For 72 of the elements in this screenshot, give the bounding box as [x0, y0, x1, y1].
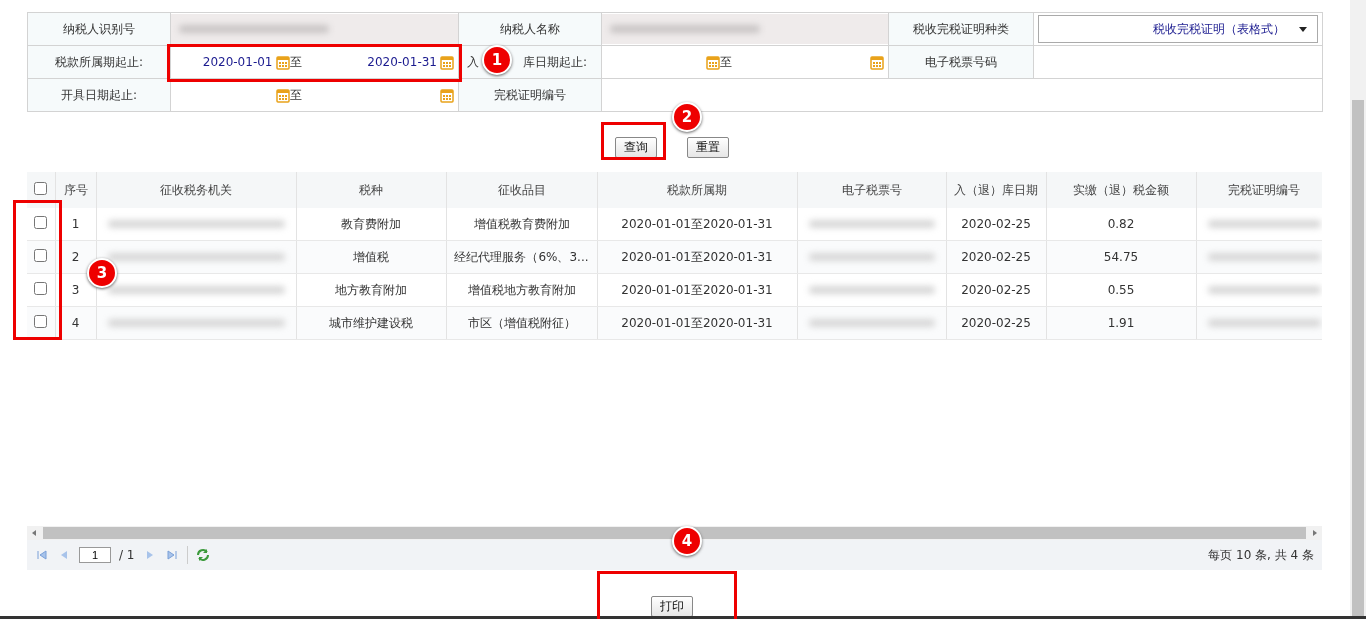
table-cell: 1.91 [1107, 316, 1135, 330]
calendar-icon[interactable] [275, 87, 290, 103]
table-cell: 1 [71, 217, 80, 231]
calendar-icon[interactable] [440, 87, 454, 103]
column-header: 征收税务机关 [160, 182, 232, 197]
action-button[interactable]: 重置 [687, 137, 729, 158]
table-cell: 4 [71, 316, 80, 330]
field-label: 纳税人名称 [500, 21, 560, 36]
print-button[interactable]: 打印 [651, 596, 693, 617]
table-cell: 2020-01-01至2020-01-31 [621, 249, 773, 264]
calendar-icon[interactable] [706, 54, 720, 70]
field-label: 库日期起止: [522, 53, 587, 71]
page-input[interactable]: 1 [79, 547, 111, 563]
calendar-icon[interactable] [275, 54, 290, 70]
table-cell: 0.55 [1107, 283, 1135, 297]
certificate-type-select[interactable]: 税收完税证明（表格式） [1038, 15, 1318, 43]
field-label: 电子税票号码 [925, 54, 997, 69]
date-field[interactable]: 2020-01-01 [202, 55, 273, 69]
table-cell: 城市维护建设税 [329, 315, 413, 330]
field-label: 开具日期起止: [60, 87, 137, 102]
step-marker: 2 [672, 102, 702, 132]
table-cell: 市区（增值税附征） [467, 315, 576, 330]
table-cell: 2020-02-25 [961, 217, 1031, 231]
table-cell: 2020-02-25 [961, 316, 1031, 330]
table-cell: 2020-01-01至2020-01-31 [621, 216, 773, 231]
column-header: 入（退）库日期 [954, 182, 1038, 197]
calendar-icon[interactable] [440, 54, 454, 70]
first-page-icon[interactable] [35, 548, 49, 562]
date-field[interactable]: 2020-01-31 [367, 55, 437, 69]
table-cell: 2020-02-25 [961, 283, 1031, 297]
column-header: 税款所属期 [667, 182, 727, 197]
last-page-icon[interactable] [164, 548, 179, 562]
column-header: 征收品目 [497, 182, 546, 197]
table-cell: 增值税 [353, 249, 389, 264]
column-header: 序号 [63, 182, 88, 197]
select-all-checkbox[interactable] [34, 182, 48, 195]
range-separator: 至 [720, 53, 733, 71]
field-label: 入 [467, 53, 479, 71]
field-label: 税收完税证明种类 [913, 21, 1009, 36]
table-cell: 增值税地方教育附加 [467, 282, 576, 297]
calendar-icon[interactable] [870, 54, 884, 70]
caret-icon [1299, 26, 1307, 32]
column-header: 完税证明编号 [1228, 182, 1300, 197]
page-total: / 1 [119, 548, 135, 562]
scrollbar-thumb[interactable] [1352, 100, 1364, 619]
row-checkbox[interactable] [34, 315, 48, 328]
column-header: 电子税票号 [841, 182, 902, 197]
page-summary: 每页 10 条, 共 4 条 [1208, 546, 1314, 564]
row-checkbox[interactable] [34, 282, 48, 295]
table-cell: 2020-01-01至2020-01-31 [621, 282, 773, 297]
column-header: 实缴（退）税金额 [1073, 182, 1169, 197]
row-checkbox[interactable] [34, 249, 48, 262]
table-cell: 2 [71, 250, 80, 264]
field-label: 纳税人识别号 [63, 21, 135, 36]
table-cell: 2020-02-25 [961, 250, 1031, 264]
row-checkbox[interactable] [34, 216, 48, 229]
field-label: 税款所属期起止: [54, 54, 143, 69]
table-cell: 2020-01-01至2020-01-31 [621, 315, 773, 330]
table-cell: 54.75 [1103, 250, 1139, 264]
action-button[interactable]: 查询 [615, 137, 657, 158]
column-header: 税种 [359, 182, 383, 197]
table-cell: 0.82 [1107, 217, 1135, 231]
table-cell: 增值税教育费附加 [473, 216, 570, 231]
table-cell: 教育费附加 [341, 216, 401, 231]
range-separator: 至 [289, 86, 303, 104]
refresh-icon[interactable] [195, 548, 210, 562]
table-cell: 地方教育附加 [335, 282, 407, 297]
table-cell: 3 [71, 283, 80, 297]
table-cell: 经纪代理服务（6%、3... [454, 249, 589, 264]
range-separator: 至 [289, 53, 303, 71]
field-label: 完税证明编号 [494, 87, 566, 102]
highlight-frame [601, 122, 666, 160]
